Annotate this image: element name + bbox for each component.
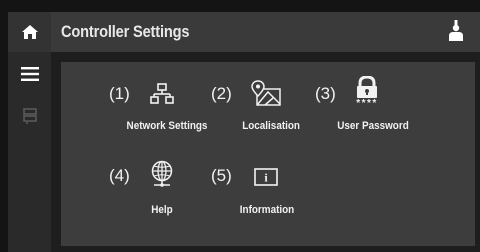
localisation-tile[interactable]: (2) Localisation <box>211 80 307 138</box>
tile-number: (2) <box>211 84 232 103</box>
user-button[interactable] <box>446 20 466 44</box>
tile-number: (5) <box>211 166 232 185</box>
menu-button[interactable] <box>8 62 51 86</box>
network-settings-tile[interactable]: (1) Network Settings <box>109 80 221 138</box>
help-tile[interactable]: (4) Help <box>109 160 205 222</box>
tile-label: Information <box>239 204 295 216</box>
globe-icon <box>151 160 173 187</box>
sidebar <box>8 12 51 252</box>
tile-number: (1) <box>109 84 130 103</box>
tile-label: Localisation <box>242 120 300 132</box>
home-button[interactable] <box>8 12 51 52</box>
lock-icon: **** <box>356 76 378 106</box>
info-icon: i <box>254 168 278 186</box>
user-password-tile[interactable]: (3) **** User Password <box>315 76 425 138</box>
tile-number: (3) <box>315 84 336 103</box>
lock-stars: **** <box>356 98 378 106</box>
content-area: (1) Network Settings (2) Localisation (3… <box>51 52 480 252</box>
menu-icon <box>20 67 39 81</box>
information-tile[interactable]: (5) i Information <box>211 160 321 222</box>
tile-number: (4) <box>109 166 130 185</box>
tile-label: Help <box>151 204 173 216</box>
home-icon <box>21 25 38 39</box>
settings-panel: (1) Network Settings (2) Localisation (3… <box>61 62 475 246</box>
devices-button[interactable] <box>8 104 51 128</box>
tile-label: User Password <box>337 120 409 132</box>
header-bar: Controller Settings <box>51 12 480 52</box>
map-icon <box>251 80 281 106</box>
user-icon <box>449 20 463 41</box>
page-title: Controller Settings <box>61 22 190 41</box>
info-glyph: i <box>264 171 268 185</box>
tile-label: Network Settings <box>126 120 208 132</box>
devices-icon <box>22 108 37 124</box>
network-icon <box>150 83 174 104</box>
